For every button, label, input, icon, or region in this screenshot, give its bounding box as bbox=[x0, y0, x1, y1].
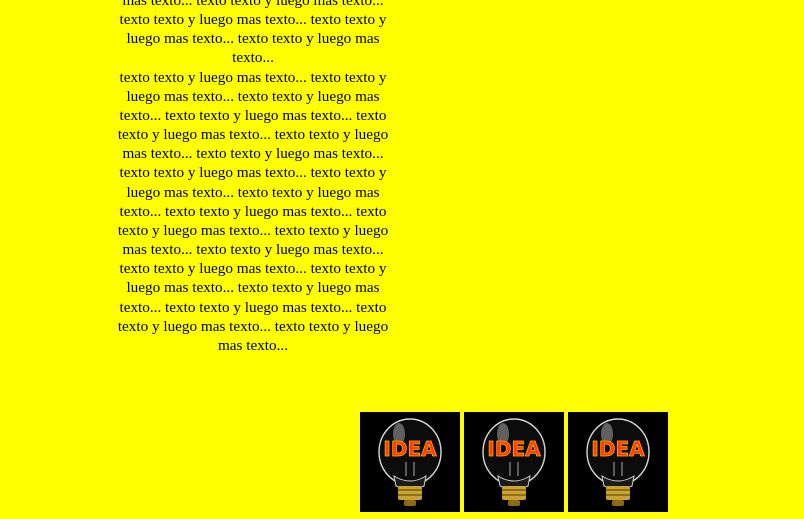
paragraph-main: texto texto y luego mas texto... texto t… bbox=[117, 68, 389, 354]
lightbulb-icon: IDEA bbox=[568, 412, 668, 512]
paragraph-top: mas texto... texto texto y luego mas tex… bbox=[119, 0, 387, 67]
idea-lightbulb-image: IDEA bbox=[568, 412, 668, 512]
lightbulb-icon: IDEA bbox=[464, 412, 564, 512]
idea-lightbulb-image: IDEA bbox=[464, 412, 564, 512]
idea-lightbulb-image: IDEA bbox=[360, 412, 460, 512]
page: { "content": { "paragraph_top": "mas tex… bbox=[0, 0, 804, 519]
idea-label: IDEA bbox=[487, 437, 541, 461]
text-column: mas texto... texto texto y luego mas tex… bbox=[108, 0, 398, 355]
idea-label: IDEA bbox=[383, 437, 437, 461]
idea-label: IDEA bbox=[591, 437, 645, 461]
lightbulb-icon: IDEA bbox=[360, 412, 460, 512]
